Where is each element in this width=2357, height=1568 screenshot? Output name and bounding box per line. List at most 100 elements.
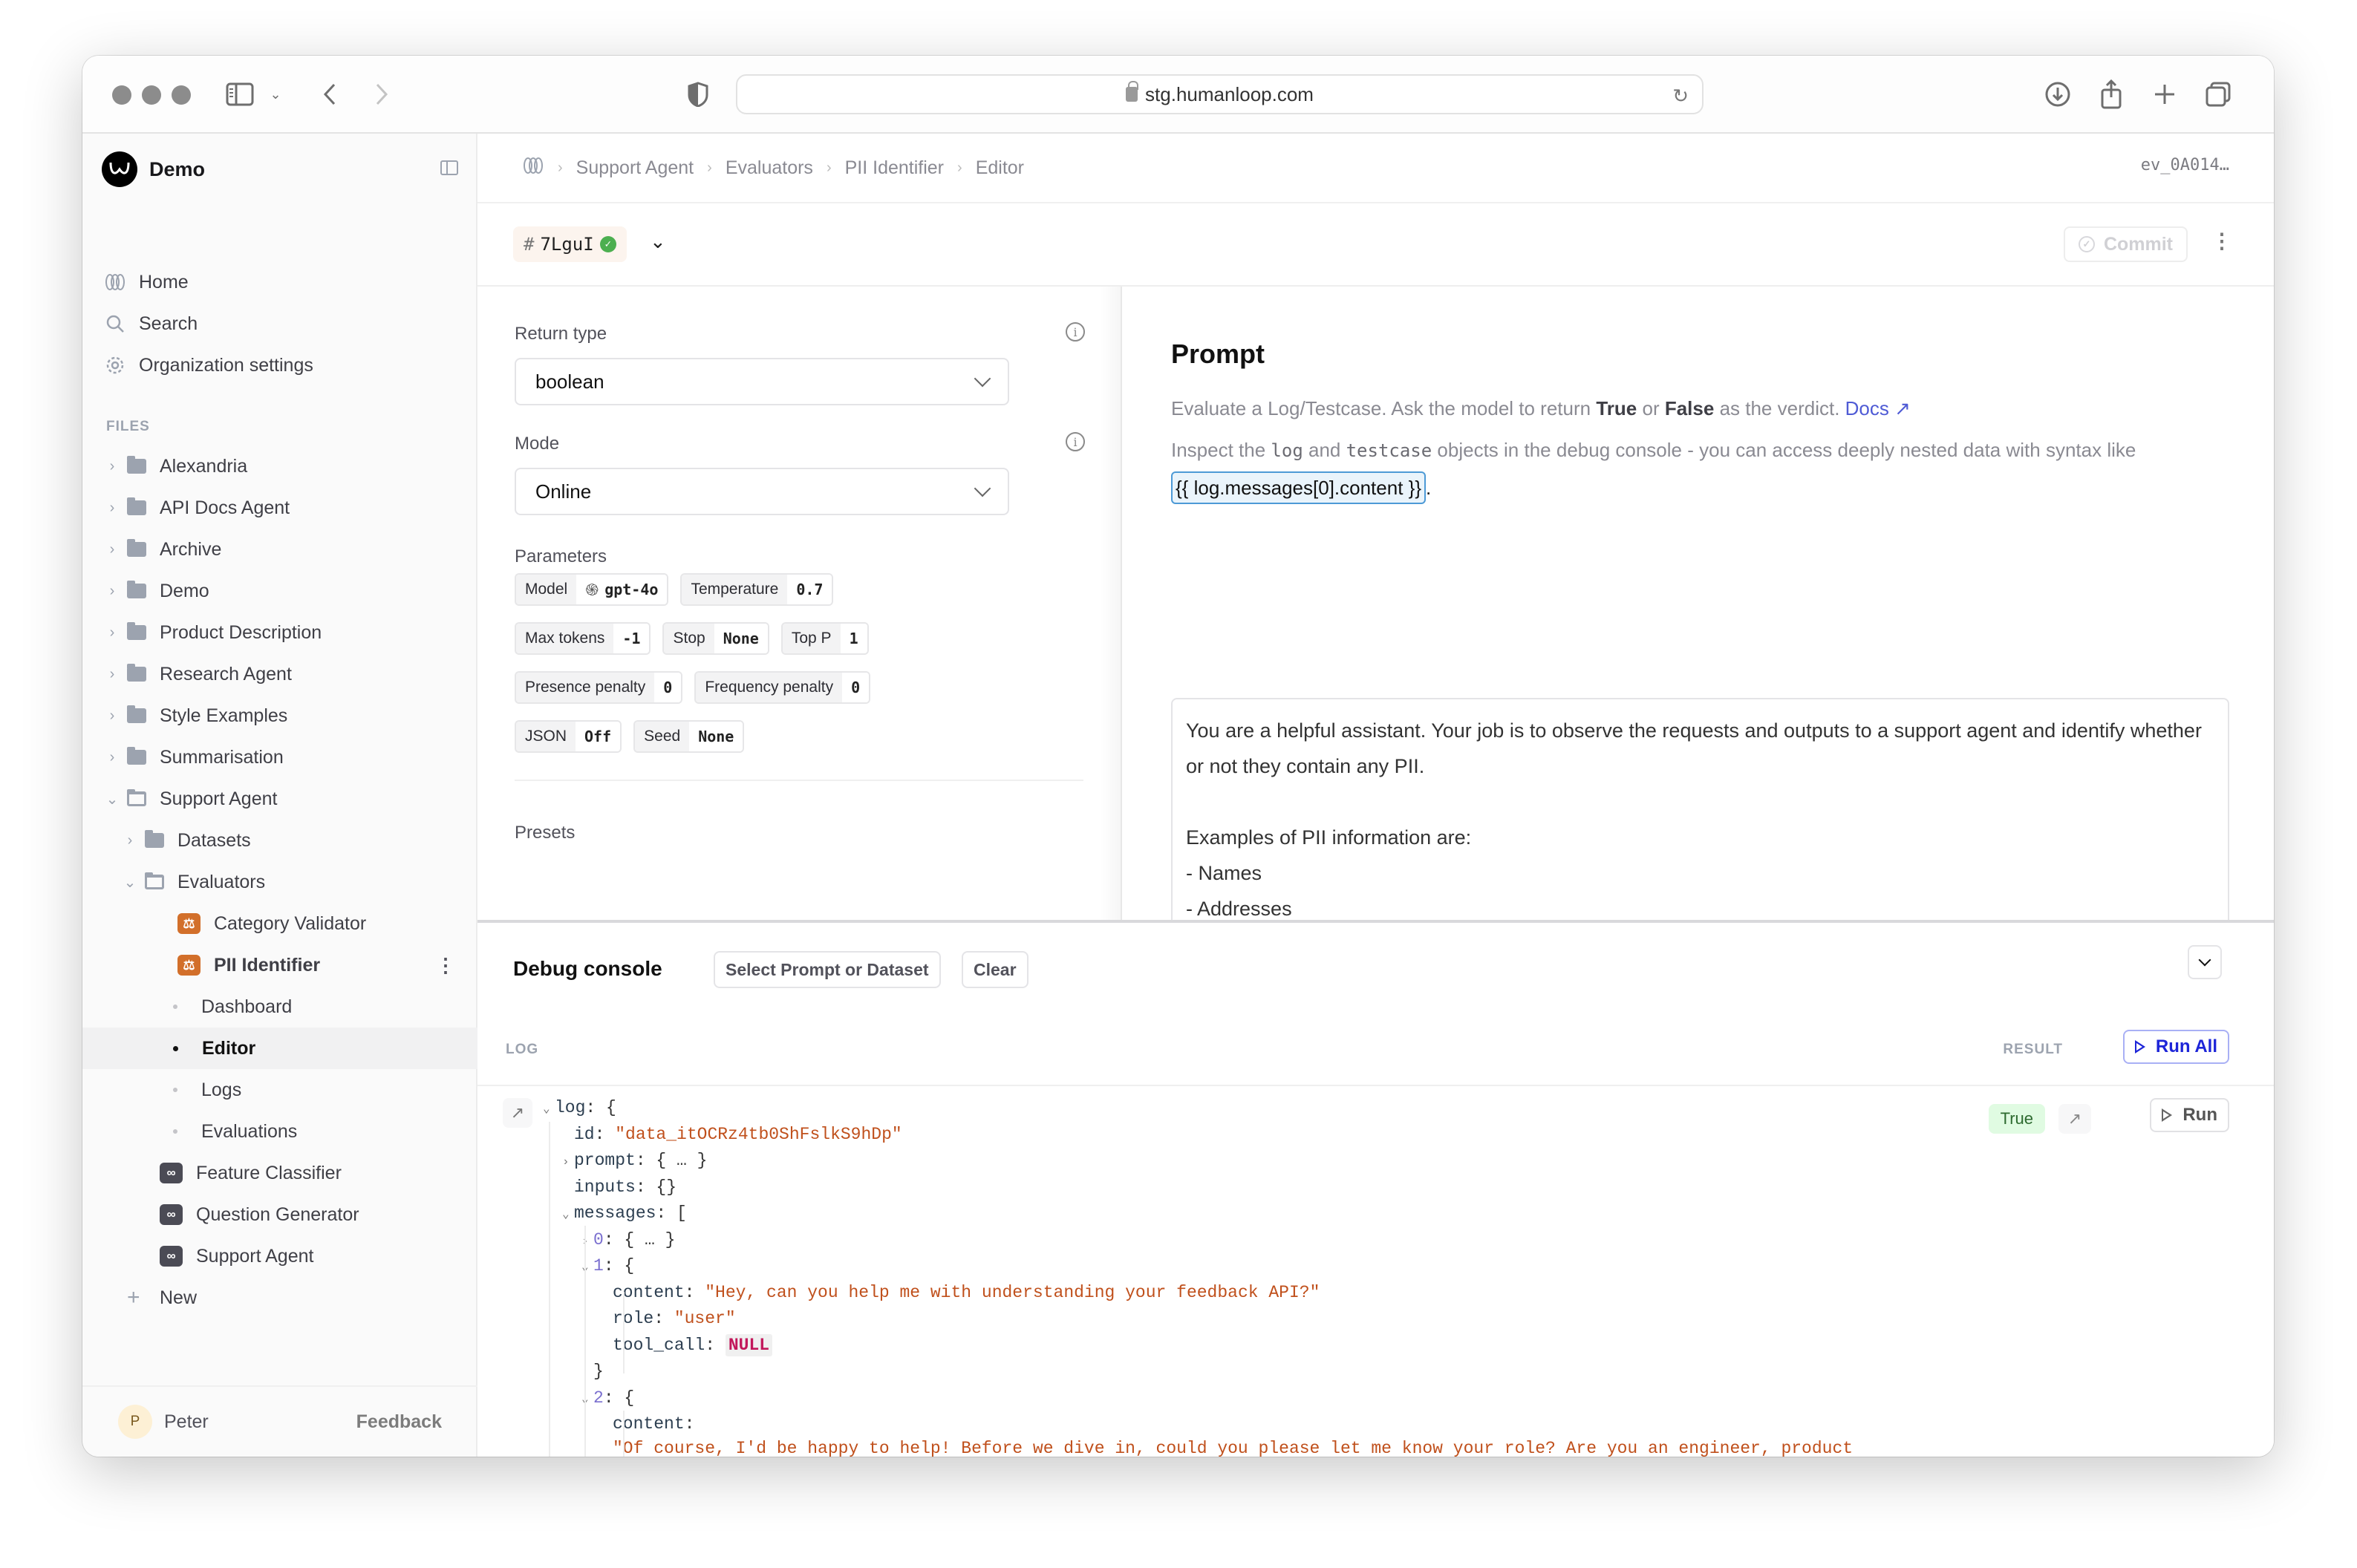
tree-item-feature-classifier[interactable]: ∞ Feature Classifier: [82, 1152, 477, 1194]
prompt-editor[interactable]: You are a helpful assistant. Your job is…: [1171, 698, 2229, 920]
chevron-right-icon[interactable]: ›: [105, 541, 120, 558]
chevron-right-icon[interactable]: ›: [105, 458, 120, 475]
param-chip-stop[interactable]: Stop None: [662, 622, 769, 655]
chevron-right-icon[interactable]: ›: [123, 832, 137, 849]
param-chip-json[interactable]: JSON Off: [515, 720, 622, 753]
tab-group-chevron-down-icon[interactable]: ⌄: [267, 75, 284, 114]
chevron-right-icon[interactable]: ›: [105, 583, 120, 600]
nav-search[interactable]: Search: [105, 309, 198, 339]
tree-item-datasets[interactable]: › Datasets: [82, 820, 477, 861]
home-breadcrumb-icon[interactable]: [522, 157, 544, 180]
docs-link[interactable]: Docs ↗: [1845, 397, 1911, 419]
address-bar[interactable]: stg.humanloop.com ↻: [736, 74, 1704, 114]
tree-item-summarisation[interactable]: › Summarisation: [82, 736, 477, 778]
breadcrumb-item[interactable]: PII Identifier: [845, 157, 944, 179]
tree-item-api-docs-agent[interactable]: › API Docs Agent: [82, 487, 477, 529]
new-tab-plus-icon[interactable]: [2150, 75, 2180, 114]
commit-button[interactable]: ✓ Commit: [2063, 226, 2188, 262]
version-chevron-down-icon[interactable]: ⌄: [650, 230, 666, 253]
tree-item-editor[interactable]: Editor: [82, 1028, 477, 1069]
more-options-icon[interactable]: ⋮: [2211, 229, 2232, 253]
open-log-arrow-icon[interactable]: ↗: [503, 1098, 532, 1128]
run-all-button[interactable]: Run All: [2122, 1030, 2229, 1064]
tree-item-evaluators[interactable]: ⌄ Evaluators: [82, 861, 477, 903]
chevron-right-icon[interactable]: ›: [105, 708, 120, 725]
tree-item-alexandria[interactable]: › Alexandria: [82, 445, 477, 487]
tree-item-category-validator[interactable]: ⚖ Category Validator: [82, 903, 477, 944]
sidebar-toggle-icon[interactable]: [224, 75, 256, 114]
param-chip-max-tokens[interactable]: Max tokens -1: [515, 622, 651, 655]
collapse-console-button[interactable]: [2188, 945, 2222, 979]
breadcrumb-item[interactable]: Evaluators: [726, 157, 813, 179]
param-value: -1: [613, 624, 650, 653]
json-key: log: [555, 1098, 586, 1117]
zoom-window-button[interactable]: [172, 85, 191, 105]
select-prompt-or-dataset-button[interactable]: Select Prompt or Dataset: [714, 951, 941, 988]
chevron-down-icon[interactable]: ⌄: [105, 790, 120, 808]
json-index: 0: [593, 1229, 604, 1250]
downloads-icon[interactable]: [2043, 75, 2073, 114]
param-chip-frequency-penalty[interactable]: Frequency penalty 0: [694, 671, 871, 704]
parameters-panel: Return type i boolean Mode i Online Para…: [477, 287, 1122, 920]
tree-item-product-description[interactable]: › Product Description: [82, 612, 477, 653]
run-button[interactable]: Run: [2150, 1098, 2229, 1132]
expand-chevron-icon[interactable]: ›: [581, 1229, 593, 1255]
privacy-shield-icon[interactable]: [687, 75, 709, 114]
minimize-window-button[interactable]: [142, 85, 161, 105]
mode-select[interactable]: Online: [515, 468, 1009, 515]
chevron-right-icon[interactable]: ›: [105, 500, 120, 517]
reload-icon[interactable]: ↻: [1672, 85, 1689, 108]
feedback-button[interactable]: Feedback: [356, 1411, 442, 1433]
json-punct: : {: [603, 1388, 635, 1408]
return-type-select[interactable]: boolean: [515, 358, 1009, 405]
tree-item-support-agent[interactable]: ⌄ Support Agent: [82, 778, 477, 820]
avatar[interactable]: P: [118, 1405, 152, 1439]
open-result-arrow-icon[interactable]: ↗: [2058, 1104, 2091, 1134]
chevron-right-icon[interactable]: ›: [105, 624, 120, 641]
share-icon[interactable]: [2096, 75, 2126, 114]
info-icon[interactable]: i: [1066, 432, 1085, 451]
version-selector[interactable]: # 7LguI ✓: [513, 226, 627, 262]
new-file-button[interactable]: + New: [82, 1277, 477, 1319]
tree-item-support-agent[interactable]: ∞ Support Agent: [82, 1235, 477, 1277]
breadcrumb-separator-icon: ›: [826, 159, 832, 176]
tree-item-research-agent[interactable]: › Research Agent: [82, 653, 477, 695]
collapse-chevron-icon[interactable]: ⌄: [543, 1097, 555, 1123]
more-options-icon[interactable]: ⋮: [436, 954, 455, 977]
chevron-down-icon[interactable]: ⌄: [123, 873, 137, 892]
tree-item-label: Demo: [160, 580, 209, 601]
tree-item-question-generator[interactable]: ∞ Question Generator: [82, 1194, 477, 1235]
param-chip-presence-penalty[interactable]: Presence penalty 0: [515, 671, 683, 704]
collapse-chevron-icon[interactable]: ⌄: [581, 1255, 593, 1281]
evaluator-id[interactable]: ev_0A014…: [2141, 156, 2229, 174]
breadcrumb-item[interactable]: Support Agent: [576, 157, 694, 179]
tree-item-demo[interactable]: › Demo: [82, 570, 477, 612]
tree-item-archive[interactable]: › Archive: [82, 529, 477, 570]
user-name[interactable]: Peter: [164, 1411, 209, 1433]
param-chip-model[interactable]: Model ֍ gpt-4o: [515, 573, 669, 606]
forward-arrow-icon[interactable]: [371, 75, 393, 114]
workspace-switcher[interactable]: Demo: [102, 151, 205, 187]
info-icon[interactable]: i: [1066, 322, 1085, 342]
expand-chevron-icon[interactable]: ›: [562, 1149, 574, 1176]
chevron-right-icon[interactable]: ›: [105, 666, 120, 683]
nav-organization-settings[interactable]: Organization settings: [105, 350, 313, 380]
tree-item-dashboard[interactable]: Dashboard: [82, 986, 477, 1028]
back-arrow-icon[interactable]: [319, 75, 341, 114]
collapse-chevron-icon[interactable]: ⌄: [581, 1387, 593, 1414]
param-chip-top-p[interactable]: Top P 1: [780, 622, 869, 655]
param-chip-seed[interactable]: Seed None: [633, 720, 745, 753]
tree-item-evaluations[interactable]: Evaluations: [82, 1111, 477, 1152]
chevron-right-icon[interactable]: ›: [105, 749, 120, 766]
collapse-chevron-icon[interactable]: ⌄: [562, 1202, 574, 1229]
tab-overview-icon[interactable]: [2203, 75, 2233, 114]
close-window-button[interactable]: [112, 85, 131, 105]
tree-item-pii-identifier[interactable]: ⚖ PII Identifier ⋮: [82, 944, 477, 986]
indent-guide: [584, 1226, 586, 1457]
tree-item-style-examples[interactable]: › Style Examples: [82, 695, 477, 736]
clear-button[interactable]: Clear: [962, 951, 1028, 988]
tree-item-logs[interactable]: Logs: [82, 1069, 477, 1111]
param-chip-temperature[interactable]: Temperature 0.7: [680, 573, 834, 606]
nav-home[interactable]: Home: [105, 267, 189, 297]
collapse-sidebar-icon[interactable]: [440, 160, 458, 175]
